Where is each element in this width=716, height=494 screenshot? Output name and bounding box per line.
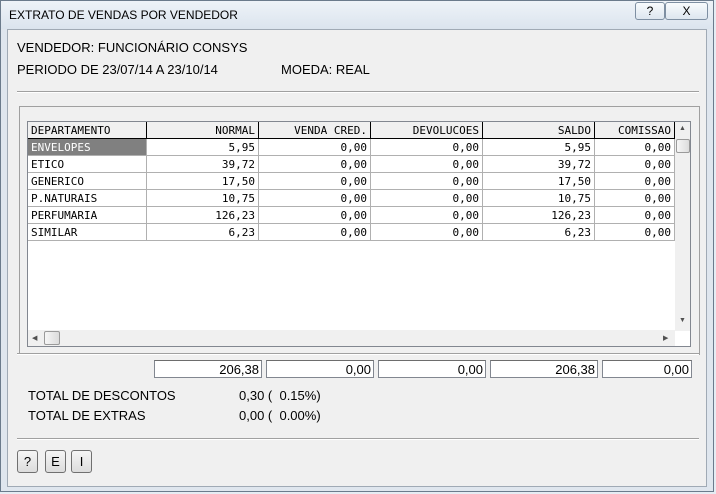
i-button[interactable]: I (71, 450, 92, 473)
help-button[interactable]: ? (17, 450, 38, 473)
value-cell[interactable]: 6,23 (483, 224, 595, 241)
value-cell[interactable]: 6,23 (147, 224, 259, 241)
value-cell[interactable]: 0,00 (371, 139, 483, 156)
value-cell[interactable]: 17,50 (147, 173, 259, 190)
total-venda-cred: 0,00 (266, 360, 374, 378)
title-help-button[interactable]: ? (635, 2, 665, 20)
value-cell[interactable]: 5,95 (483, 139, 595, 156)
value-cell[interactable]: 0,00 (259, 207, 371, 224)
column-header-normal[interactable]: NORMAL (147, 122, 259, 139)
horizontal-scroll-thumb[interactable] (44, 331, 60, 345)
header-separator (17, 91, 699, 93)
value-cell[interactable]: 0,00 (595, 207, 675, 224)
column-header-comissao[interactable]: COMISSAO (595, 122, 675, 139)
extras-value: 0,00 ( 0.00%) (239, 408, 321, 423)
vertical-scrollbar[interactable]: ▲ ▼ (675, 122, 690, 331)
extrato-window: EXTRATO DE VENDAS POR VENDEDOR ? X VENDE… (0, 0, 714, 492)
right-arrow-icon[interactable]: ▶ (663, 334, 668, 342)
client-area: VENDEDOR: FUNCIONÁRIO CONSYS PERIODO DE … (7, 29, 707, 487)
value-cell[interactable]: 10,75 (147, 190, 259, 207)
descontos-label: TOTAL DE DESCONTOS (28, 388, 176, 403)
value-cell[interactable]: 0,00 (259, 156, 371, 173)
value-cell[interactable]: 39,72 (483, 156, 595, 173)
department-grid[interactable]: 0,00 6,23 0,00 0,00 6,23 SIMILAR 0,00 126,23 0,0… (27, 121, 691, 347)
value-cell[interactable]: 5,95 (147, 139, 259, 156)
value-cell[interactable]: 0,00 (259, 190, 371, 207)
total-comissao: 0,00 (602, 360, 692, 378)
vertical-scroll-thumb[interactable] (676, 139, 690, 153)
e-button[interactable]: E (45, 450, 66, 473)
window-title: EXTRATO DE VENDAS POR VENDEDOR (9, 8, 238, 22)
value-cell[interactable]: 0,00 (595, 190, 675, 207)
close-button[interactable]: X (665, 2, 708, 20)
total-devolucoes: 0,00 (378, 360, 486, 378)
total-saldo: 206,38 (490, 360, 598, 378)
column-header-departamento[interactable]: DEPARTAMENTO (28, 122, 147, 139)
down-arrow-icon[interactable]: ▼ (679, 317, 686, 324)
moeda-label: MOEDA: REAL (281, 62, 370, 77)
department-cell[interactable]: SIMILAR (28, 224, 147, 241)
value-cell[interactable]: 0,00 (371, 156, 483, 173)
value-cell[interactable]: 0,00 (259, 224, 371, 241)
department-cell[interactable]: ENVELOPES (28, 139, 147, 156)
department-cell[interactable]: ETICO (28, 156, 147, 173)
value-cell[interactable]: 0,00 (371, 190, 483, 207)
value-cell[interactable]: 0,00 (595, 224, 675, 241)
column-header-saldo[interactable]: SALDO (483, 122, 595, 139)
grid-bottom-separator (17, 353, 699, 355)
total-normal: 206,38 (154, 360, 262, 378)
up-arrow-icon[interactable]: ▲ (679, 125, 686, 132)
grid-panel: 0,00 6,23 0,00 0,00 6,23 SIMILAR 0,00 126,23 0,0… (19, 106, 700, 355)
column-header-venda-cred[interactable]: VENDA CRED. (259, 122, 371, 139)
value-cell[interactable]: 126,23 (483, 207, 595, 224)
department-cell[interactable]: P.NATURAIS (28, 190, 147, 207)
footer-separator (17, 438, 699, 440)
left-arrow-icon[interactable]: ◀ (32, 334, 37, 342)
value-cell[interactable]: 10,75 (483, 190, 595, 207)
value-cell[interactable]: 0,00 (595, 139, 675, 156)
periodo-label: PERIODO DE 23/07/14 A 23/10/14 (17, 62, 218, 77)
title-bar[interactable]: EXTRATO DE VENDAS POR VENDEDOR ? X (1, 1, 713, 29)
department-cell[interactable]: GENERICO (28, 173, 147, 190)
column-header-devolucoes[interactable]: DEVOLUCOES (371, 122, 483, 139)
value-cell[interactable]: 126,23 (147, 207, 259, 224)
value-cell[interactable]: 0,00 (259, 173, 371, 190)
descontos-value: 0,30 ( 0.15%) (239, 388, 321, 403)
value-cell[interactable]: 17,50 (483, 173, 595, 190)
horizontal-scrollbar[interactable]: ◀ ▶ (28, 330, 675, 346)
department-cell[interactable]: PERFUMARIA (28, 207, 147, 224)
extras-label: TOTAL DE EXTRAS (28, 408, 146, 423)
value-cell[interactable]: 0,00 (371, 207, 483, 224)
value-cell[interactable]: 0,00 (259, 139, 371, 156)
value-cell[interactable]: 0,00 (595, 173, 675, 190)
value-cell[interactable]: 39,72 (147, 156, 259, 173)
value-cell[interactable]: 0,00 (371, 173, 483, 190)
value-cell[interactable]: 0,00 (371, 224, 483, 241)
value-cell[interactable]: 0,00 (595, 156, 675, 173)
vendedor-label: VENDEDOR: FUNCIONÁRIO CONSYS (17, 40, 248, 55)
